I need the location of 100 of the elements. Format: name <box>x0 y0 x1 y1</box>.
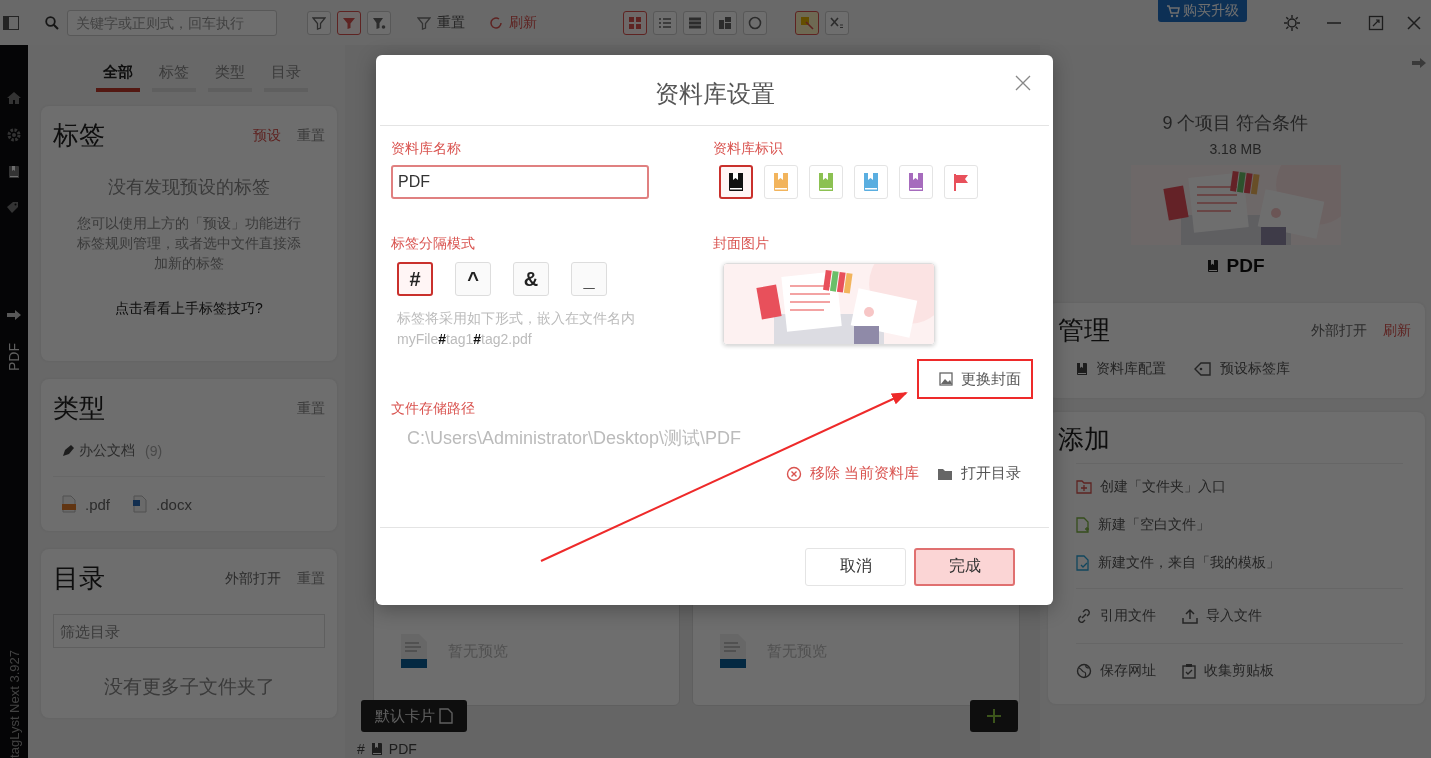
action-link[interactable]: 资料库配置 <box>1076 360 1166 378</box>
category-label[interactable]: 办公文档 <box>79 442 135 460</box>
card-title: 目录 <box>53 562 105 595</box>
masonry-view-icon <box>718 15 732 30</box>
globe-icon <box>1076 663 1092 679</box>
card-title: 类型 <box>53 392 105 425</box>
view-button[interactable] <box>683 10 707 35</box>
close-button[interactable] <box>1015 75 1031 91</box>
document-icon <box>719 633 747 669</box>
filter-icon <box>312 15 326 30</box>
format-button[interactable] <box>825 10 849 35</box>
done-button[interactable]: 完成 <box>914 547 1015 586</box>
plus-icon <box>986 708 1002 724</box>
close-icon <box>1406 14 1422 31</box>
field-label: 文件存储路径 <box>391 400 476 418</box>
action-link[interactable]: 新建文件，来自「我的模板」 <box>1076 554 1403 572</box>
separator-option[interactable]: _ <box>571 262 607 296</box>
action-link[interactable]: 引用文件 <box>1076 607 1156 625</box>
version-label: tagLyst Next 3.927 <box>7 650 21 758</box>
extension-filter[interactable]: .docx <box>132 495 192 513</box>
separator-option[interactable]: # <box>397 262 433 296</box>
library-title: PDF <box>1226 255 1265 277</box>
total-size: 3.18 MB <box>1208 141 1263 157</box>
minimize-icon <box>1327 21 1341 24</box>
action-link[interactable]: 创建「文件夹」入口 <box>1076 478 1403 496</box>
search-icon <box>45 15 59 30</box>
word-file-icon <box>132 495 149 513</box>
action-link[interactable]: 新建「空白文件」 <box>1076 516 1403 534</box>
separator-option[interactable]: & <box>513 262 549 296</box>
open-folder-button[interactable]: 打开目录 <box>937 464 1021 483</box>
refresh-button[interactable]: 刷新 <box>489 13 537 32</box>
template-file-icon <box>1076 555 1090 571</box>
view-button[interactable] <box>743 10 767 35</box>
filter-button[interactable] <box>307 10 331 35</box>
highlight-icon <box>800 15 814 30</box>
library-icon <box>1206 259 1219 273</box>
filter-icon <box>342 15 356 30</box>
image-icon <box>939 372 953 386</box>
refresh-icon <box>489 15 503 30</box>
upload-icon <box>1182 608 1198 624</box>
library-name: PDF <box>388 741 417 757</box>
panel-toggle-icon[interactable] <box>3 15 19 30</box>
subscript-icon <box>830 15 844 30</box>
change-cover-button[interactable]: 更换封面 <box>921 360 1031 398</box>
add-button[interactable] <box>970 700 1018 732</box>
filter-tab[interactable]: 全部 <box>95 63 140 92</box>
new-file-icon <box>1076 517 1090 533</box>
separator-option[interactable]: ^ <box>455 262 491 296</box>
folder-icon <box>937 466 953 481</box>
remove-library-button[interactable]: 移除 当前资料库 <box>785 464 919 483</box>
library-name-field[interactable]: PDF <box>391 165 649 199</box>
field-label: 标签分隔模式 <box>391 235 476 253</box>
maximize-icon <box>1368 14 1384 31</box>
filter-button[interactable] <box>367 10 391 35</box>
filter-icon <box>417 15 431 30</box>
open-external-link[interactable]: 外部打开 <box>1311 321 1367 340</box>
upgrade-button[interactable]: 购买升级 <box>1158 0 1247 22</box>
reset-button[interactable]: 重置 <box>417 13 465 32</box>
dialog-title: 资料库设置 <box>654 79 775 109</box>
view-button[interactable] <box>713 10 737 35</box>
settings-icon[interactable] <box>6 127 22 143</box>
arrow-right-icon[interactable] <box>6 309 22 321</box>
library-icon <box>1076 362 1088 376</box>
file-icon <box>439 708 453 724</box>
library-icon[interactable] <box>8 165 20 179</box>
collapse-arrow-icon[interactable] <box>1411 57 1427 69</box>
field-label: 资料库标识 <box>713 140 784 158</box>
document-icon <box>400 633 428 669</box>
action-link[interactable]: 保存网址 <box>1076 662 1156 680</box>
remove-circle-icon <box>785 465 802 482</box>
field-label: 封面图片 <box>713 235 770 253</box>
pen-icon <box>61 444 75 458</box>
close-icon <box>1015 75 1031 91</box>
action-link[interactable]: 预设标签库 <box>1194 360 1290 378</box>
folder-add-icon <box>1076 480 1092 494</box>
view-button[interactable] <box>653 10 677 35</box>
library-icon <box>370 742 383 756</box>
card-title: 管理 <box>1058 314 1110 347</box>
library-mark-option[interactable] <box>719 165 753 199</box>
card-title: 标签 <box>53 119 105 152</box>
preset-link[interactable]: 预设 <box>253 126 281 145</box>
link-icon <box>1076 608 1092 624</box>
cancel-button[interactable]: 取消 <box>805 547 906 586</box>
library-name: PDF <box>7 343 21 371</box>
separator-example: myFile#tag1#tag2.pdf <box>397 330 533 349</box>
field-label: 资料库名称 <box>391 140 462 158</box>
extension-filter[interactable]: .pdf <box>61 495 111 513</box>
tips-link[interactable]: 点击看看上手标签技巧? <box>53 299 325 319</box>
open-external-link[interactable]: 外部打开 <box>225 569 281 588</box>
action-link[interactable]: 收集剪贴板 <box>1182 662 1274 680</box>
circle-view-icon <box>748 15 762 30</box>
home-icon[interactable] <box>6 91 22 105</box>
cart-icon <box>1166 4 1180 18</box>
format-button[interactable] <box>795 10 819 35</box>
view-button[interactable] <box>623 10 647 35</box>
card-style-button[interactable]: 默认卡片 <box>361 700 467 732</box>
action-link[interactable]: 导入文件 <box>1182 607 1262 625</box>
filter-button[interactable] <box>337 10 361 35</box>
refresh-link[interactable]: 刷新 <box>1383 321 1411 340</box>
list-view-icon <box>658 15 672 30</box>
